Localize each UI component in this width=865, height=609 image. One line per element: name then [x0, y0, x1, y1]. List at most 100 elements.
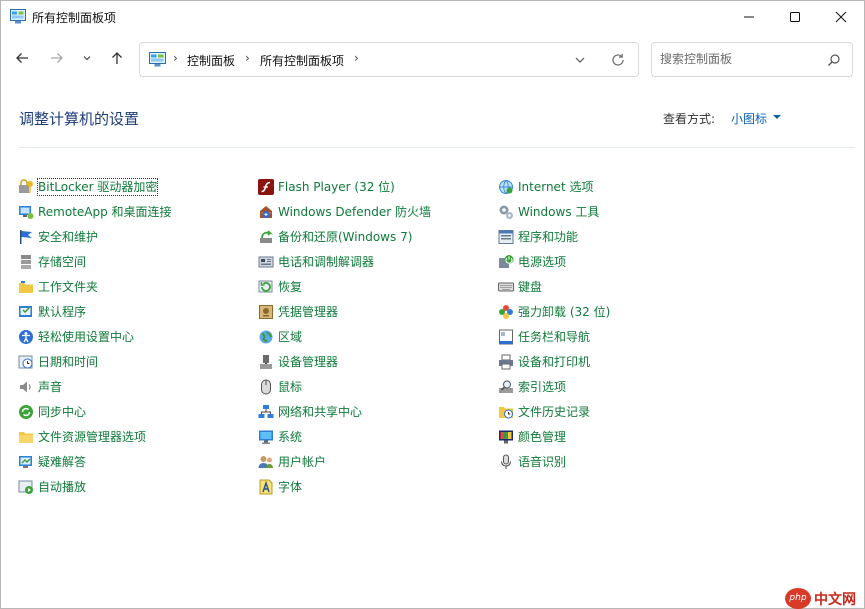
- storage-icon: [21, 254, 31, 269]
- item-ease-of-access[interactable]: 轻松使用设置中心: [18, 324, 172, 349]
- taskbar-icon: [499, 329, 513, 344]
- troubleshoot-icon: [19, 455, 32, 468]
- credential-icon: [259, 304, 273, 319]
- windows-tools-icon: [499, 205, 513, 219]
- item-user-accounts[interactable]: 用户帐户: [258, 449, 431, 474]
- item-flash-player[interactable]: Flash Player (32 位): [258, 174, 431, 199]
- minimize-button[interactable]: [726, 1, 772, 33]
- uninstaller-icon: [499, 304, 513, 319]
- item-remoteapp[interactable]: RemoteApp 和桌面连接: [18, 199, 172, 224]
- item-credential-manager[interactable]: 凭据管理器: [258, 299, 431, 324]
- programs-features-icon: [498, 229, 514, 244]
- divider: [19, 147, 855, 148]
- keyboard-icon: [498, 282, 514, 291]
- refresh-icon[interactable]: [610, 52, 626, 68]
- arrow-right-icon: [51, 53, 63, 63]
- window-title: 所有控制面板项: [32, 11, 117, 25]
- maximize-button[interactable]: [772, 1, 818, 33]
- item-phone-modem[interactable]: 电话和调制解调器: [258, 249, 431, 274]
- item-work-folders[interactable]: 工作文件夹: [18, 274, 172, 299]
- autoplay-icon: [18, 480, 33, 494]
- forward-button[interactable]: [46, 47, 68, 69]
- remoteapp-icon: [19, 205, 34, 219]
- item-system[interactable]: 系统: [258, 424, 431, 449]
- items-column-2: Flash Player (32 位) Windows Defender 防火墙…: [258, 174, 431, 499]
- item-windows-firewall[interactable]: Windows Defender 防火墙: [258, 199, 431, 224]
- file-history-icon: [499, 406, 513, 418]
- backup-icon: [260, 229, 273, 243]
- item-file-explorer-options[interactable]: 文件资源管理器选项: [18, 424, 172, 449]
- item-indexing-options[interactable]: 索引选项: [498, 374, 610, 399]
- up-button[interactable]: [106, 47, 128, 69]
- search-box[interactable]: [651, 42, 853, 77]
- item-taskbar-navigation[interactable]: 任务栏和导航: [498, 324, 610, 349]
- chevron-right-icon[interactable]: ›: [354, 51, 359, 65]
- item-keyboard[interactable]: 键盘: [498, 274, 610, 299]
- flash-icon: [258, 178, 274, 195]
- default-programs-icon: [19, 305, 32, 317]
- arrow-up-icon: [112, 52, 122, 64]
- flag-icon: [20, 229, 32, 244]
- firewall-icon: [260, 205, 272, 218]
- item-device-manager[interactable]: 设备管理器: [258, 349, 431, 374]
- fonts-icon: [259, 479, 273, 494]
- item-sync-center[interactable]: 同步中心: [18, 399, 172, 424]
- item-backup-restore[interactable]: 备份和还原(Windows 7): [258, 224, 431, 249]
- printer-icon: [499, 354, 513, 369]
- items-column-3: Internet 选项 Windows 工具 程序和功能 电源选项 键盘 强力卸…: [498, 174, 610, 474]
- device-manager-icon: [260, 354, 272, 369]
- maximize-icon: [790, 12, 800, 22]
- item-mouse[interactable]: 鼠标: [258, 374, 431, 399]
- item-security-maintenance[interactable]: 安全和维护: [18, 224, 172, 249]
- item-power-options[interactable]: 电源选项: [498, 249, 610, 274]
- item-recovery[interactable]: 恢复: [258, 274, 431, 299]
- internet-options-icon: [499, 179, 513, 194]
- item-devices-printers[interactable]: 设备和打印机: [498, 349, 610, 374]
- item-fonts[interactable]: 字体: [258, 474, 431, 499]
- clock-icon: [18, 355, 33, 368]
- item-color-management[interactable]: 颜色管理: [498, 424, 610, 449]
- breadcrumb-all-items[interactable]: 所有控制面板项: [260, 52, 344, 69]
- folder-options-icon: [19, 431, 33, 443]
- item-region[interactable]: 区域: [258, 324, 431, 349]
- item-internet-options[interactable]: Internet 选项: [498, 174, 610, 199]
- chevron-down-icon[interactable]: [573, 53, 587, 67]
- speaker-icon: [20, 381, 31, 392]
- bitlocker-icon: [19, 178, 33, 193]
- item-windows-tools[interactable]: Windows 工具: [498, 199, 610, 224]
- item-storage-spaces[interactable]: 存储空间: [18, 249, 172, 274]
- view-by-label: 查看方式:: [663, 112, 716, 126]
- search-input[interactable]: [660, 51, 820, 67]
- item-troubleshooting[interactable]: 疑难解答: [18, 449, 172, 474]
- item-speech-recognition[interactable]: 语音识别: [498, 449, 610, 474]
- item-date-time[interactable]: 日期和时间: [18, 349, 172, 374]
- system-icon: [259, 430, 273, 444]
- back-button[interactable]: [11, 47, 33, 69]
- control-panel-icon: [149, 52, 166, 67]
- item-sound[interactable]: 声音: [18, 374, 172, 399]
- item-default-programs[interactable]: 默认程序: [18, 299, 172, 324]
- control-panel-icon: [10, 9, 26, 24]
- recovery-icon: [258, 280, 273, 292]
- control-panel-window: 所有控制面板项 › 控制面板 › 所有控制面板项 › 搜索控制面板 调整计算机的…: [0, 0, 865, 609]
- address-bar[interactable]: › 控制面板 › 所有控制面板项 ›: [139, 42, 639, 77]
- chevron-right-icon: ›: [173, 51, 178, 65]
- search-icon[interactable]: [827, 53, 841, 67]
- close-button[interactable]: [818, 1, 864, 33]
- breadcrumb-control-panel[interactable]: 控制面板: [187, 52, 235, 69]
- item-power-uninstaller[interactable]: 强力卸载 (32 位): [498, 299, 610, 324]
- microphone-icon: [500, 454, 512, 469]
- item-network-sharing[interactable]: 网络和共享中心: [258, 399, 431, 424]
- item-autoplay[interactable]: 自动播放: [18, 474, 172, 499]
- close-icon: [835, 11, 847, 23]
- view-by-dropdown[interactable]: 小图标: [731, 110, 767, 127]
- indexing-icon: [499, 380, 513, 393]
- item-file-history[interactable]: 文件历史记录: [498, 399, 610, 424]
- caret-down-icon[interactable]: [773, 115, 781, 119]
- work-folders-icon: [19, 280, 33, 293]
- phone-modem-icon: [258, 256, 274, 267]
- item-bitlocker[interactable]: BitLocker 驱动器加密: [18, 174, 172, 199]
- recent-locations-button[interactable]: [78, 47, 96, 69]
- item-programs-features[interactable]: 程序和功能: [498, 224, 610, 249]
- ease-of-access-icon: [19, 329, 33, 344]
